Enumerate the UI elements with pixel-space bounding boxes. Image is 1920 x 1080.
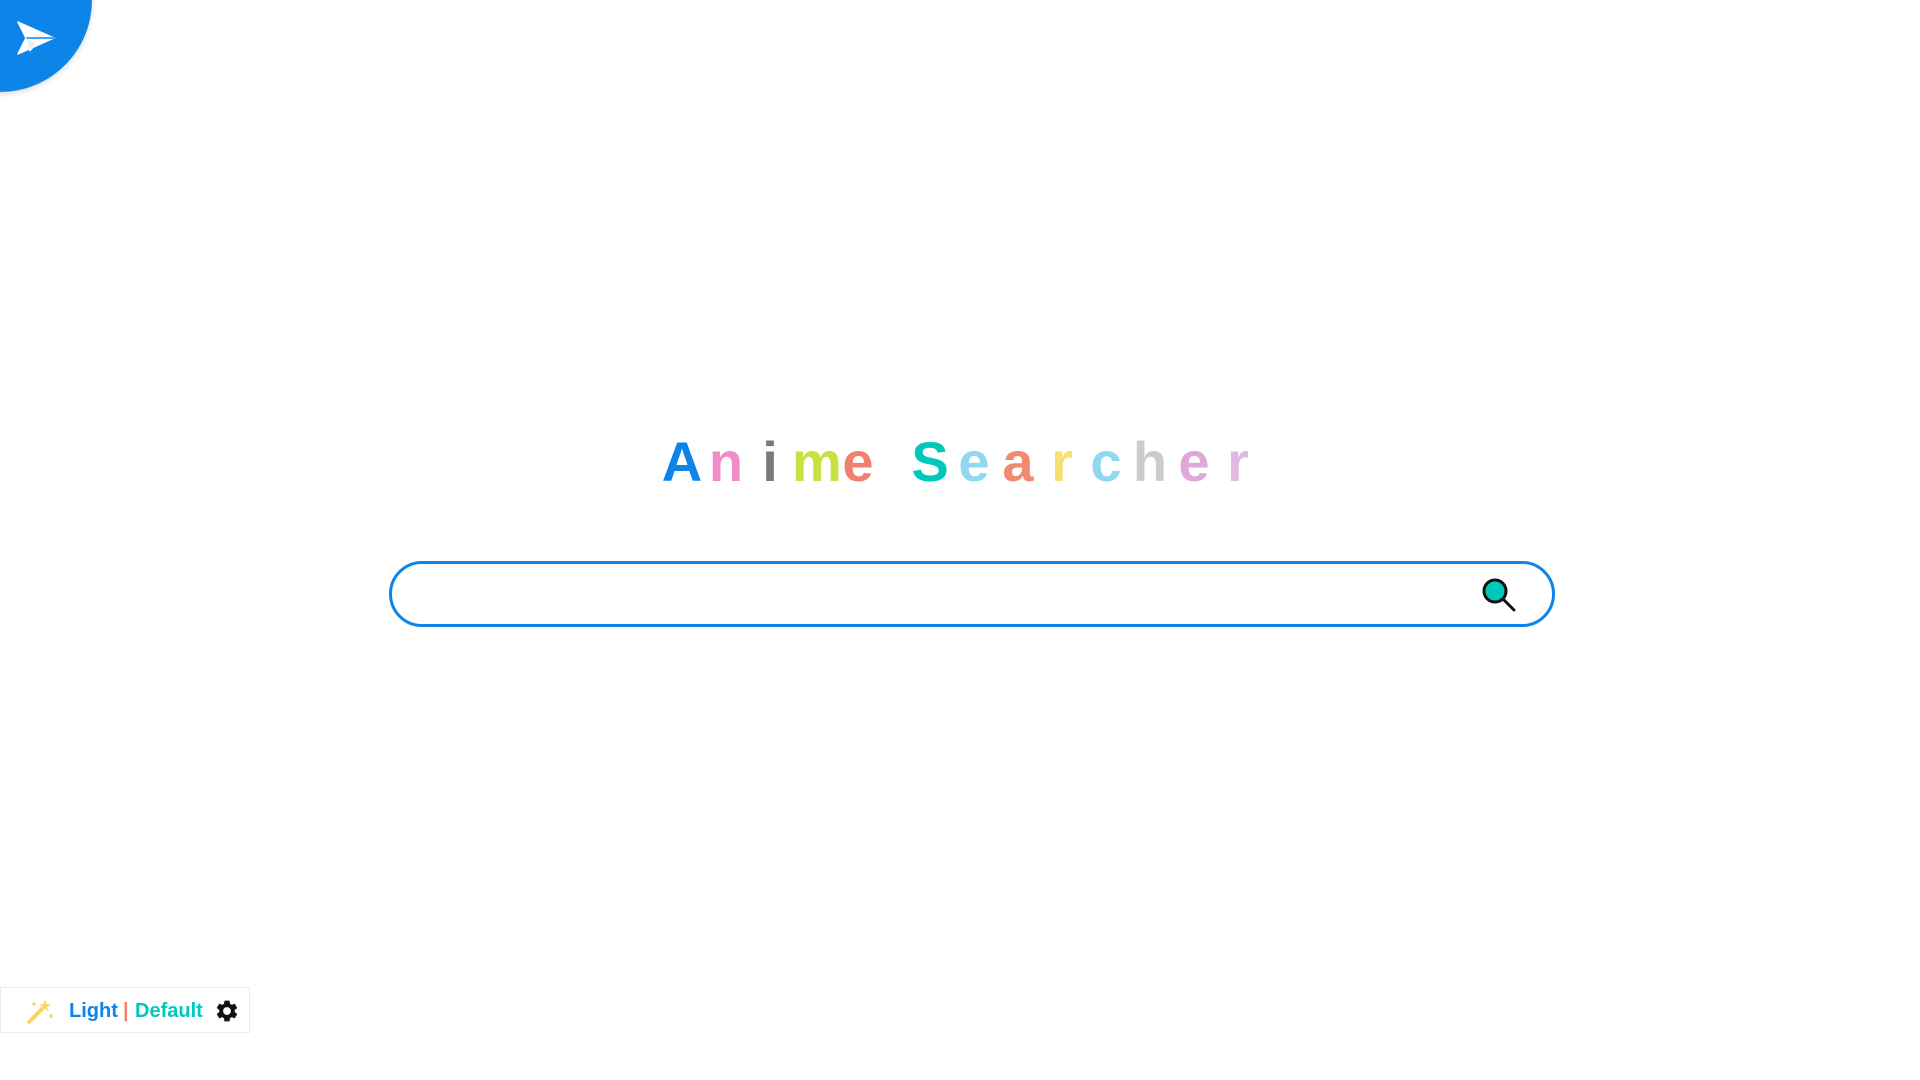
theme-mode-light[interactable]: Light — [69, 1000, 118, 1023]
title-letter: c — [1090, 430, 1122, 493]
theme-separator: | — [123, 1000, 129, 1022]
search-bar — [389, 561, 1555, 627]
theme-default[interactable]: Default — [135, 1000, 203, 1023]
magic-wand-icon[interactable] — [25, 996, 55, 1026]
page: An i me Se a r c h e r Light | Default — [0, 0, 1920, 1080]
title-letter: A — [661, 430, 703, 493]
title-letter: S — [911, 430, 949, 493]
title-letter: n — [708, 430, 744, 493]
title-letter: e — [958, 430, 990, 493]
theme-settings-bar: Light | Default — [0, 987, 250, 1033]
title-letter: r — [1227, 430, 1249, 493]
paper-plane-icon — [17, 21, 55, 55]
title-letter: e — [842, 430, 874, 493]
gear-icon[interactable] — [214, 998, 240, 1024]
corner-badge[interactable] — [0, 0, 92, 92]
title-letter: a — [1002, 430, 1034, 493]
search-input[interactable] — [422, 572, 1426, 618]
title-letter: r — [1051, 430, 1073, 493]
title-letter: h — [1132, 430, 1168, 493]
app-title: An i me Se a r c h e r — [0, 430, 1920, 494]
title-letter: m — [792, 430, 842, 493]
search-button[interactable] — [1480, 576, 1518, 614]
title-letter: i — [762, 430, 778, 493]
title-letter: e — [1178, 430, 1210, 493]
search-icon — [1482, 578, 1516, 612]
